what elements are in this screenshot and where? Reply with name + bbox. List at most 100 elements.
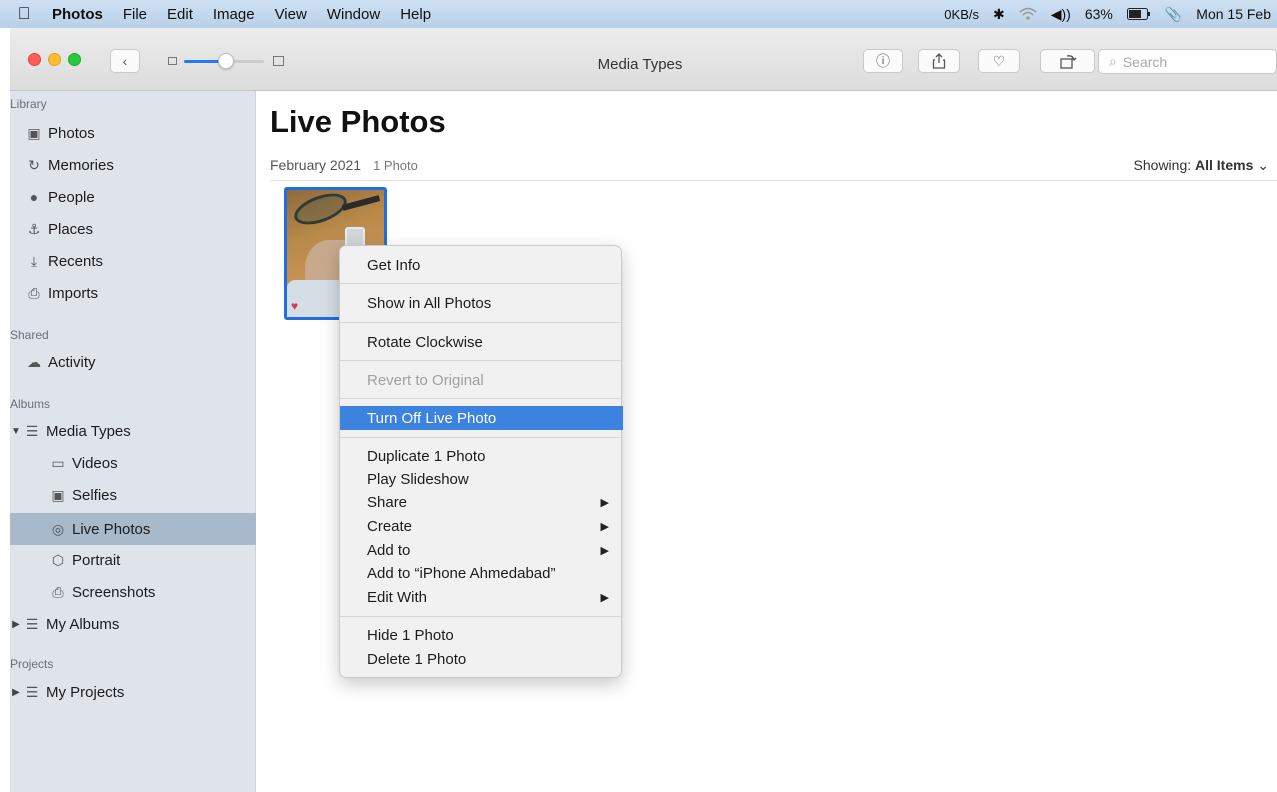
screenshot-icon: ⎙ — [52, 583, 64, 600]
menu-item-revert-to-original: Revert to Original — [367, 371, 484, 389]
menu-image[interactable]: Image — [203, 6, 265, 23]
sidebar-item-label: Places — [48, 220, 94, 238]
photo-content — [290, 190, 351, 231]
apple-menu-icon[interactable]:  — [0, 4, 48, 24]
sidebar-item-live-photos[interactable]: ◎ Live Photos — [10, 513, 256, 545]
sidebar-item-label: Activity — [48, 353, 96, 371]
sidebar-item-my-albums[interactable]: ▶ ☰ My Albums — [10, 608, 256, 640]
section-projects: Projects — [10, 657, 54, 671]
memories-icon: ↻ — [28, 156, 40, 173]
menu-item-label: Add to — [367, 542, 411, 559]
sidebar-item-label: People — [48, 188, 95, 206]
menu-edit[interactable]: Edit — [157, 6, 203, 23]
sidebar-item-label: Selfies — [72, 486, 118, 504]
sidebar-item-videos[interactable]: ▭ Videos — [10, 447, 256, 479]
sidebar-item-photos[interactable]: ▣ Photos — [10, 117, 256, 149]
menu-item-label: Create — [367, 518, 413, 535]
close-button[interactable] — [28, 53, 41, 66]
selfie-icon: ▣ — [51, 486, 65, 503]
sidebar-item-selfies[interactable]: ▣ Selfies — [10, 479, 256, 511]
menu-photos[interactable]: Photos — [48, 6, 113, 23]
menu-item-label: Edit With — [367, 589, 428, 606]
person-icon: ● — [29, 189, 39, 205]
wifi-icon[interactable] — [1019, 7, 1037, 21]
sidebar-item-label: Imports — [48, 284, 99, 302]
sidebar-item-memories[interactable]: ↻ Memories — [10, 149, 256, 181]
menu-item-delete-photo[interactable]: Delete 1 Photo — [340, 648, 623, 671]
sidebar-item-label: Portrait — [72, 551, 121, 569]
menu-item-label: Share — [367, 494, 408, 511]
submenu-arrow-icon: ▶ — [600, 545, 609, 557]
battery-icon[interactable] — [1126, 8, 1151, 20]
disclosure-closed-icon[interactable]: ▶ — [10, 619, 22, 630]
minimize-button[interactable] — [48, 53, 61, 66]
menu-help[interactable]: Help — [390, 6, 441, 23]
sidebar-item-label: Live Photos — [72, 520, 151, 538]
rotate-button[interactable] — [1040, 49, 1095, 73]
disclosure-open-icon[interactable]: ▼ — [10, 426, 22, 437]
menu-item-duplicate[interactable]: Duplicate 1 Photo — [340, 445, 623, 468]
favorite-button[interactable]: ♡ — [978, 49, 1020, 73]
bluetooth-icon[interactable]: ✱ — [993, 6, 1005, 23]
sidebar-item-imports[interactable]: ⎙ Imports — [10, 277, 256, 309]
volume-icon[interactable]: ◀)) — [1051, 6, 1071, 23]
month-header: February 2021 1 Photo — [270, 157, 418, 173]
window-toolbar: ‹ Media Types ⓘ ♡ ⌕ Search — [10, 28, 1277, 91]
sidebar-item-label: My Albums — [46, 615, 120, 633]
menu-bar:  Photos File Edit Image View Window Hel… — [0, 0, 1277, 28]
sidebar-item-media-types[interactable]: ▼ ☰ Media Types — [10, 415, 256, 447]
submenu-arrow-icon: ▶ — [600, 592, 609, 604]
favorite-heart-icon: ♥ — [291, 299, 299, 313]
menu-item-add-to[interactable]: Add to ▶ — [340, 539, 623, 562]
info-icon: ⓘ — [876, 53, 890, 69]
search-placeholder: Search — [1122, 53, 1168, 70]
paperclip-icon[interactable]: 📎 — [1165, 6, 1182, 23]
info-button[interactable]: ⓘ — [863, 49, 903, 73]
pin-icon: ⚓ — [27, 220, 41, 237]
section-shared: Shared — [10, 328, 49, 342]
cloud-icon: ☁ — [27, 353, 41, 370]
menu-view[interactable]: View — [265, 6, 317, 23]
sidebar-item-my-projects[interactable]: ▶ ☰ My Projects — [10, 676, 256, 708]
menu-item-play-slideshow[interactable]: Play Slideshow — [340, 468, 623, 491]
disclosure-closed-icon[interactable]: ▶ — [10, 687, 22, 698]
menu-window[interactable]: Window — [317, 6, 390, 23]
month-label: February 2021 — [270, 157, 362, 173]
sidebar-item-activity[interactable]: ☁ Activity — [10, 346, 256, 378]
chevron-down-icon: ⌄ — [1257, 157, 1269, 173]
showing-filter[interactable]: Showing: All Items ⌄ — [1134, 157, 1269, 174]
back-button[interactable]: ‹ — [110, 49, 140, 73]
thumbnail-size-slider[interactable] — [160, 52, 290, 70]
network-speed[interactable]: 0KB/s — [944, 7, 979, 22]
photo-count: 1 Photo — [373, 158, 418, 173]
clock[interactable]: Mon 15 Feb — [1196, 6, 1271, 22]
search-field[interactable]: ⌕ Search — [1098, 49, 1277, 74]
rotate-icon — [1059, 55, 1076, 69]
menu-item-get-info[interactable]: Get Info — [340, 252, 623, 278]
menu-file[interactable]: File — [113, 6, 157, 23]
menu-item-share[interactable]: Share ▶ — [340, 491, 623, 514]
slider-knob[interactable] — [218, 53, 234, 69]
sidebar-item-portrait[interactable]: ⬡ Portrait — [10, 544, 256, 576]
sidebar-item-screenshots[interactable]: ⎙ Screenshots — [10, 576, 256, 608]
sidebar-item-places[interactable]: ⚓ Places — [10, 213, 256, 245]
menu-item-show-in-all-photos[interactable]: Show in All Photos — [340, 290, 623, 316]
menu-item-edit-with[interactable]: Edit With ▶ — [340, 586, 623, 609]
section-library: Library — [10, 97, 47, 111]
menu-item-rotate-clockwise[interactable]: Rotate Clockwise — [340, 329, 623, 355]
menu-item-turn-off-live-photo[interactable]: Turn Off Live Photo — [340, 406, 623, 430]
window-title: Media Types — [597, 56, 683, 73]
divider — [270, 180, 1277, 181]
sidebar: Library ▣ Photos ↻ Memories ● People ⚓ Place… — [10, 91, 256, 792]
menu-item-create[interactable]: Create ▶ — [340, 515, 623, 538]
section-albums: Albums — [10, 397, 51, 411]
sidebar-item-people[interactable]: ● People — [10, 181, 256, 213]
photos-icon: ▣ — [27, 124, 41, 141]
zoom-button[interactable] — [68, 53, 81, 66]
share-button[interactable] — [918, 49, 960, 73]
sidebar-item-recents[interactable]: ⤓ Recents — [10, 245, 256, 277]
menu-item-add-to-album[interactable]: Add to “iPhone Ahmedabad” — [340, 562, 623, 585]
recents-icon: ⤓ — [30, 252, 38, 269]
sidebar-item-label: My Projects — [46, 683, 125, 701]
menu-item-hide-photo[interactable]: Hide 1 Photo — [340, 624, 623, 647]
